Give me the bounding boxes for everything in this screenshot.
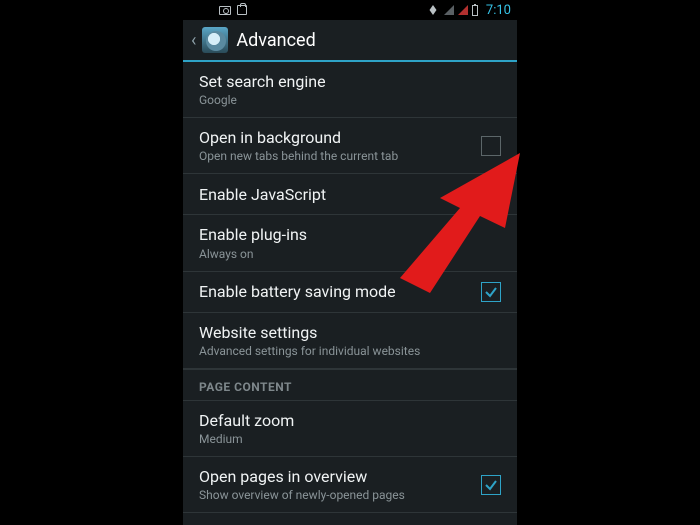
item-default-zoom[interactable]: Default zoom Medium bbox=[183, 401, 517, 457]
item-set-search-engine[interactable]: Set search engine Google bbox=[183, 62, 517, 118]
item-website-settings[interactable]: Website settings Advanced settings for i… bbox=[183, 313, 517, 369]
item-title: Enable JavaScript bbox=[199, 185, 471, 204]
item-value: Medium bbox=[199, 432, 501, 446]
back-icon[interactable]: ‹ bbox=[191, 30, 196, 51]
wifi-icon bbox=[426, 5, 440, 15]
signal-icon bbox=[444, 5, 454, 15]
item-open-in-background[interactable]: Open in background Open new tabs behind … bbox=[183, 118, 517, 174]
page-title: Advanced bbox=[236, 30, 315, 51]
item-title: Open in background bbox=[199, 128, 471, 147]
store-icon bbox=[237, 5, 247, 15]
item-enable-javascript[interactable]: Enable JavaScript bbox=[183, 174, 517, 215]
item-title: Default zoom bbox=[199, 411, 501, 430]
item-title: Enable plug-ins bbox=[199, 225, 501, 244]
section-header-page-content: PAGE CONTENT bbox=[183, 369, 517, 401]
section-title: PAGE CONTENT bbox=[199, 380, 501, 394]
item-value: Always on bbox=[199, 247, 501, 261]
status-bar: 7:10 bbox=[183, 0, 517, 20]
checkbox-battery-saving-mode[interactable] bbox=[481, 282, 501, 302]
item-open-pages-overview[interactable]: Open pages in overview Show overview of … bbox=[183, 457, 517, 513]
app-icon bbox=[202, 27, 228, 53]
clock: 7:10 bbox=[486, 3, 511, 18]
settings-list[interactable]: Set search engine Google Open in backgro… bbox=[183, 62, 517, 525]
checkbox-open-in-background[interactable] bbox=[481, 136, 501, 156]
item-subtitle: Open new tabs behind the current tab bbox=[199, 149, 471, 163]
checkbox-open-pages-overview[interactable] bbox=[481, 475, 501, 495]
item-title: Enable battery saving mode bbox=[199, 282, 471, 301]
item-enable-plugins[interactable]: Enable plug-ins Always on bbox=[183, 215, 517, 271]
item-subtitle: Show overview of newly-opened pages bbox=[199, 488, 471, 502]
checkbox-enable-javascript[interactable] bbox=[481, 184, 501, 204]
item-value: Google bbox=[199, 93, 501, 107]
item-title: Set search engine bbox=[199, 72, 501, 91]
signal-roaming-icon bbox=[458, 5, 468, 15]
item-title: Open pages in overview bbox=[199, 467, 471, 486]
camera-icon bbox=[219, 6, 231, 15]
phone-frame: 7:10 ‹ Advanced Set search engine Google… bbox=[183, 0, 517, 525]
item-subtitle: Advanced settings for individual website… bbox=[199, 344, 501, 358]
header-bar: ‹ Advanced bbox=[183, 20, 517, 62]
item-title: Website settings bbox=[199, 323, 501, 342]
item-battery-saving-mode[interactable]: Enable battery saving mode bbox=[183, 272, 517, 313]
battery-icon bbox=[472, 5, 478, 16]
